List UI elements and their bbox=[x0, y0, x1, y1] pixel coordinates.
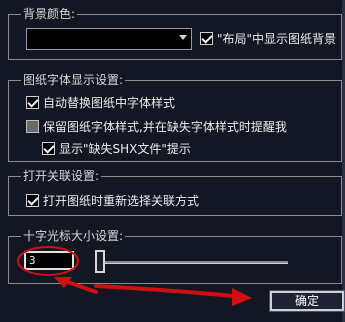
keep-style-option[interactable]: 保留图纸字体样式,并在缺失字体样式时提醒我 bbox=[26, 118, 287, 135]
settings-dialog: 背景颜色: "布局"中显示图纸背景 图纸字体显示设置: 自动替换图纸中字体样式 … bbox=[0, 0, 345, 322]
layout-background-checkbox[interactable] bbox=[200, 32, 213, 45]
background-color-group-title: 背景颜色: bbox=[21, 7, 78, 21]
ok-button[interactable]: 确定 bbox=[269, 290, 345, 312]
keep-style-label: 保留图纸字体样式,并在缺失字体样式时提醒我 bbox=[43, 120, 287, 134]
crosshair-size-input[interactable]: 3 bbox=[24, 251, 74, 270]
background-color-select[interactable] bbox=[26, 28, 192, 50]
crosshair-size-slider-track[interactable] bbox=[96, 261, 288, 264]
layout-background-option[interactable]: "布局"中显示图纸背景 bbox=[200, 30, 336, 47]
show-shx-checkbox[interactable] bbox=[42, 142, 55, 155]
auto-replace-label: 自动替换图纸中字体样式 bbox=[43, 96, 176, 110]
reselect-association-checkbox[interactable] bbox=[26, 194, 39, 207]
crosshair-size-slider-thumb[interactable] bbox=[95, 250, 105, 273]
auto-replace-option[interactable]: 自动替换图纸中字体样式 bbox=[26, 94, 175, 111]
auto-replace-checkbox[interactable] bbox=[26, 96, 39, 109]
reselect-association-option[interactable]: 打开图纸时重新选择关联方式 bbox=[26, 192, 199, 209]
keep-style-checkbox[interactable] bbox=[26, 120, 39, 133]
crosshair-size-group-title: 十字光标大小设置: bbox=[21, 229, 126, 243]
font-display-group-title: 图纸字体显示设置: bbox=[21, 73, 126, 87]
open-association-group-title: 打开关联设置: bbox=[21, 169, 102, 183]
chevron-down-icon[interactable] bbox=[179, 35, 187, 40]
show-shx-option[interactable]: 显示"缺失SHX文件"提示 bbox=[42, 140, 191, 157]
layout-background-label: "布局"中显示图纸背景 bbox=[217, 32, 337, 46]
reselect-association-label: 打开图纸时重新选择关联方式 bbox=[43, 194, 200, 208]
show-shx-label: 显示"缺失SHX文件"提示 bbox=[59, 142, 191, 156]
